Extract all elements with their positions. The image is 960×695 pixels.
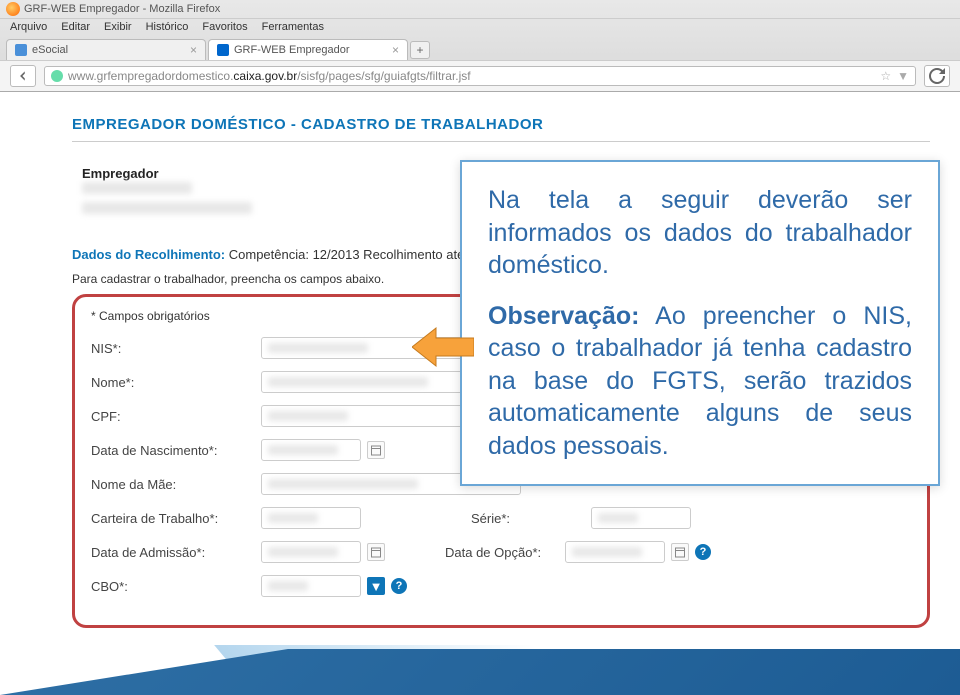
url-path: /sisfg/pages/sfg/guiafgts/filtrar.jsf [297, 69, 470, 83]
cpf-field[interactable] [261, 405, 481, 427]
nascimento-field[interactable] [261, 439, 361, 461]
blurred-value [268, 445, 338, 455]
dados-label: Dados do Recolhimento: [72, 247, 225, 262]
blurred-value [598, 513, 638, 523]
tab-icon [217, 44, 229, 56]
label-cpf: CPF: [91, 409, 261, 424]
menu-arquivo[interactable]: Arquivo [10, 21, 47, 33]
close-icon[interactable]: × [190, 43, 197, 57]
tab-label: eSocial [32, 44, 68, 56]
title-bar: GRF-WEB Empregador - Mozilla Firefox [0, 0, 960, 19]
label-serie: Série*: [471, 511, 591, 526]
blurred-value [572, 547, 642, 557]
label-mae: Nome da Mãe: [91, 477, 261, 492]
arrow-icon [412, 326, 474, 373]
menu-exibir[interactable]: Exibir [104, 21, 132, 33]
label-admissao: Data de Admissão*: [91, 545, 261, 560]
page-title: EMPREGADOR DOMÉSTICO - CADASTRO DE TRABA… [72, 110, 930, 142]
dados-text: Competência: 12/2013 Recolhimento até [229, 247, 465, 262]
back-button[interactable] [10, 65, 36, 87]
menu-bar: Arquivo Editar Exibir Histórico Favorito… [0, 19, 960, 35]
dropdown-icon[interactable]: ▼ [897, 69, 909, 83]
menu-historico[interactable]: Histórico [146, 21, 189, 33]
tab-grfweb[interactable]: GRF-WEB Empregador × [208, 39, 408, 60]
new-tab-button[interactable]: + [410, 41, 430, 59]
calendar-icon[interactable] [671, 543, 689, 561]
row-carteira: Carteira de Trabalho*: Série*: [91, 507, 911, 529]
help-icon[interactable]: ? [695, 544, 711, 560]
dropdown-icon[interactable]: ▼ [367, 577, 385, 595]
blurred-text [82, 182, 192, 194]
tab-strip: eSocial × GRF-WEB Empregador × + [0, 35, 960, 60]
blurred-value [268, 377, 428, 387]
label-nis: NIS*: [91, 341, 261, 356]
label-nome: Nome*: [91, 375, 261, 390]
label-opcao: Data de Opção*: [445, 545, 565, 560]
serie-field[interactable] [591, 507, 691, 529]
window-title: GRF-WEB Empregador - Mozilla Firefox [24, 3, 220, 15]
calendar-icon[interactable] [367, 441, 385, 459]
callout-obs-label: Observação: [488, 302, 639, 330]
opcao-field[interactable] [565, 541, 665, 563]
menu-favoritos[interactable]: Favoritos [202, 21, 247, 33]
blurred-value [268, 479, 418, 489]
globe-icon [51, 70, 63, 82]
label-carteira: Carteira de Trabalho*: [91, 511, 261, 526]
help-icon[interactable]: ? [391, 578, 407, 594]
label-nascimento: Data de Nascimento*: [91, 443, 261, 458]
carteira-field[interactable] [261, 507, 361, 529]
callout-box: Na tela a seguir deverão ser informados … [460, 160, 940, 486]
blurred-value [268, 547, 338, 557]
browser-chrome: GRF-WEB Empregador - Mozilla Firefox Arq… [0, 0, 960, 92]
admissao-field[interactable] [261, 541, 361, 563]
blurred-value [268, 513, 318, 523]
tab-esocial[interactable]: eSocial × [6, 39, 206, 60]
tab-label: GRF-WEB Empregador [234, 44, 350, 56]
blurred-value [268, 581, 308, 591]
firefox-icon [6, 2, 20, 16]
bookmark-star-icon[interactable]: ☆ [880, 69, 891, 83]
row-cbo: CBO*: ▼ ? [91, 575, 911, 597]
blurred-value [268, 343, 368, 353]
callout-text-1: Na tela a seguir deverão ser informados … [488, 184, 912, 282]
cbo-field[interactable] [261, 575, 361, 597]
reload-button[interactable] [924, 65, 950, 87]
blurred-text [82, 202, 252, 214]
menu-ferramentas[interactable]: Ferramentas [262, 21, 324, 33]
menu-editar[interactable]: Editar [61, 21, 90, 33]
close-icon[interactable]: × [392, 43, 399, 57]
url-host: caixa.gov.br [233, 69, 297, 83]
url-bar: www.grfempregadordomestico.caixa.gov.br/… [0, 60, 960, 91]
tab-icon [15, 44, 27, 56]
calendar-icon[interactable] [367, 543, 385, 561]
blurred-value [268, 411, 348, 421]
address-bar[interactable]: www.grfempregadordomestico.caixa.gov.br/… [44, 66, 916, 86]
row-admissao: Data de Admissão*: Data de Opção*: ? [91, 541, 911, 563]
url-prefix: www.grfempregadordomestico. [68, 69, 233, 83]
label-cbo: CBO*: [91, 579, 261, 594]
